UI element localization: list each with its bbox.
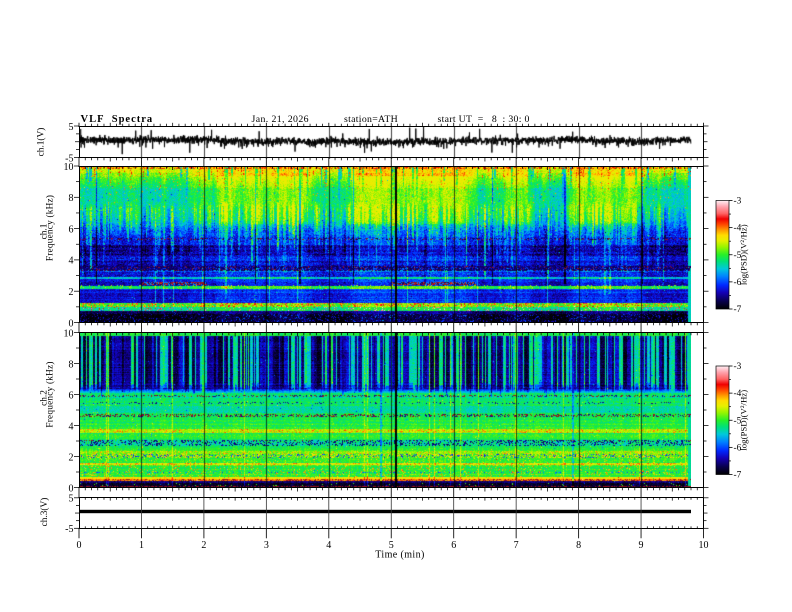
svg-text:5: 5: [69, 122, 74, 133]
svg-text:4: 4: [69, 421, 74, 432]
svg-text:2: 2: [69, 452, 74, 463]
svg-text:Time (min): Time (min): [375, 550, 424, 561]
svg-text:3: 3: [264, 540, 269, 551]
svg-text:7: 7: [514, 540, 519, 551]
svg-text:ch.1(V): ch.1(V): [36, 128, 47, 157]
svg-text:4: 4: [69, 256, 74, 267]
svg-text:4: 4: [326, 540, 331, 551]
svg-text:8: 8: [69, 193, 74, 204]
svg-text:-3: -3: [734, 197, 742, 207]
svg-text:log(PSD)(V²/Hz): log(PSD)(V²/Hz): [739, 390, 749, 451]
svg-text:Jan. 21, 2026: Jan. 21, 2026: [252, 114, 309, 125]
svg-text:9: 9: [639, 540, 644, 551]
svg-text:start UT = 8 : 30: 0: start UT = 8 : 30: 0: [438, 114, 530, 125]
svg-text:ch.3(V): ch.3(V): [39, 498, 50, 527]
svg-text:2: 2: [69, 287, 74, 298]
svg-text:-7: -7: [734, 305, 742, 315]
svg-text:8: 8: [576, 540, 581, 551]
svg-text:2: 2: [201, 540, 206, 551]
svg-text:5: 5: [69, 494, 74, 505]
svg-text:VLF Spectra: VLF Spectra: [81, 114, 154, 125]
svg-text:station=ATH: station=ATH: [344, 114, 398, 125]
svg-text:-7: -7: [734, 471, 742, 481]
svg-text:-5: -5: [65, 524, 73, 535]
svg-text:Frequency (kHz): Frequency (kHz): [45, 195, 56, 261]
svg-text:6: 6: [451, 540, 456, 551]
svg-text:6: 6: [69, 224, 74, 235]
svg-text:6: 6: [69, 390, 74, 401]
svg-text:10: 10: [699, 540, 709, 551]
svg-text:10: 10: [64, 162, 74, 173]
svg-text:10: 10: [64, 328, 74, 339]
svg-text:0: 0: [69, 483, 74, 494]
svg-text:log(PSD)(V²/Hz): log(PSD)(V²/Hz): [739, 224, 749, 285]
svg-text:1: 1: [139, 540, 144, 551]
svg-text:0: 0: [77, 540, 82, 551]
svg-text:-3: -3: [734, 362, 742, 372]
svg-text:Frequency (kHz): Frequency (kHz): [45, 361, 56, 427]
svg-text:8: 8: [69, 359, 74, 370]
